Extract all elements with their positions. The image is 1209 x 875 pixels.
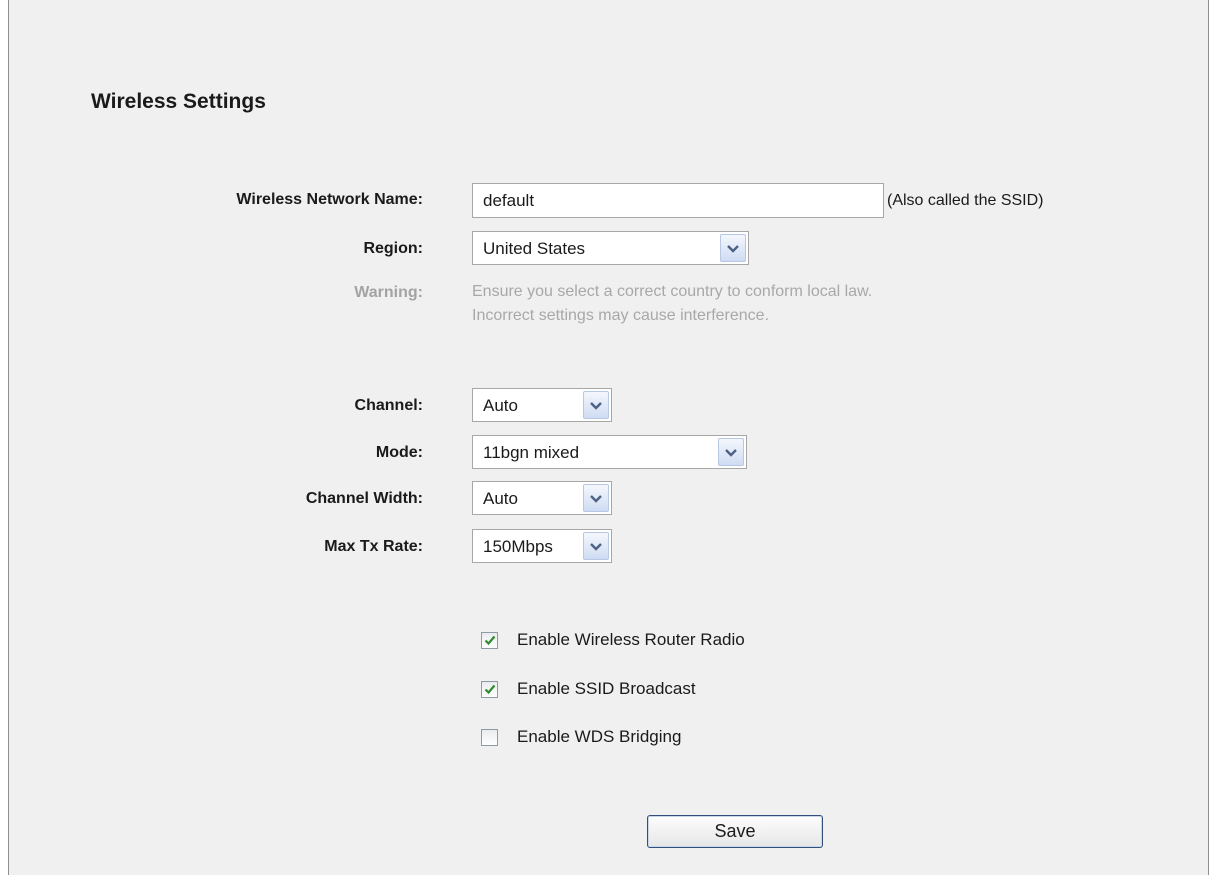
ssid-broadcast-checkbox[interactable] xyxy=(481,680,498,698)
wds-bridging-label[interactable]: Enable WDS Bridging xyxy=(517,727,681,747)
channel-select-value: Auto xyxy=(483,396,518,415)
chevron-down-icon[interactable] xyxy=(583,391,609,419)
channel-label: Channel: xyxy=(354,397,423,414)
chevron-down-icon[interactable] xyxy=(583,484,609,512)
warning-text: Ensure you select a correct country to c… xyxy=(472,280,872,328)
warning-label: Warning: xyxy=(354,284,423,301)
mode-label: Mode: xyxy=(375,444,423,461)
channel-width-select-value: Auto xyxy=(483,489,518,508)
ssid-broadcast-label[interactable]: Enable SSID Broadcast xyxy=(517,679,696,699)
region-label: Region: xyxy=(363,240,423,257)
save-button[interactable]: Save xyxy=(647,815,823,848)
max-tx-rate-select[interactable]: 150Mbps xyxy=(472,529,612,563)
wds-bridging-option[interactable]: Enable WDS Bridging xyxy=(481,727,681,747)
wireless-radio-option[interactable]: Enable Wireless Router Radio xyxy=(481,630,745,650)
channel-width-label: Channel Width: xyxy=(305,490,423,507)
ssid-hint: (Also called the SSID) xyxy=(887,192,1044,209)
chevron-down-icon[interactable] xyxy=(720,234,746,262)
region-select[interactable]: United States xyxy=(472,231,749,265)
region-select-value: United States xyxy=(483,239,586,258)
mode-select[interactable]: 11bgn mixed xyxy=(472,435,747,469)
wds-bridging-checkbox[interactable] xyxy=(481,728,498,746)
channel-select[interactable]: Auto xyxy=(472,388,612,422)
chevron-down-icon[interactable] xyxy=(583,532,609,560)
chevron-down-icon[interactable] xyxy=(718,438,744,466)
check-icon xyxy=(484,635,495,645)
wireless-settings-panel: Wireless Settings Wireless Network Name:… xyxy=(8,0,1209,875)
max-tx-rate-select-value: 150Mbps xyxy=(483,537,553,556)
max-tx-rate-label: Max Tx Rate: xyxy=(324,538,423,555)
page-title: Wireless Settings xyxy=(91,90,266,113)
wireless-radio-checkbox[interactable] xyxy=(481,631,498,649)
wireless-radio-label[interactable]: Enable Wireless Router Radio xyxy=(517,630,745,650)
network-name-input[interactable] xyxy=(472,183,884,218)
mode-select-value: 11bgn mixed xyxy=(483,443,580,462)
warning-line-1: Ensure you select a correct country to c… xyxy=(472,283,873,300)
ssid-broadcast-option[interactable]: Enable SSID Broadcast xyxy=(481,679,696,699)
network-name-label: Wireless Network Name: xyxy=(236,191,423,208)
warning-line-2: Incorrect settings may cause interferenc… xyxy=(472,307,770,324)
channel-width-select[interactable]: Auto xyxy=(472,481,612,515)
check-icon xyxy=(484,684,495,694)
